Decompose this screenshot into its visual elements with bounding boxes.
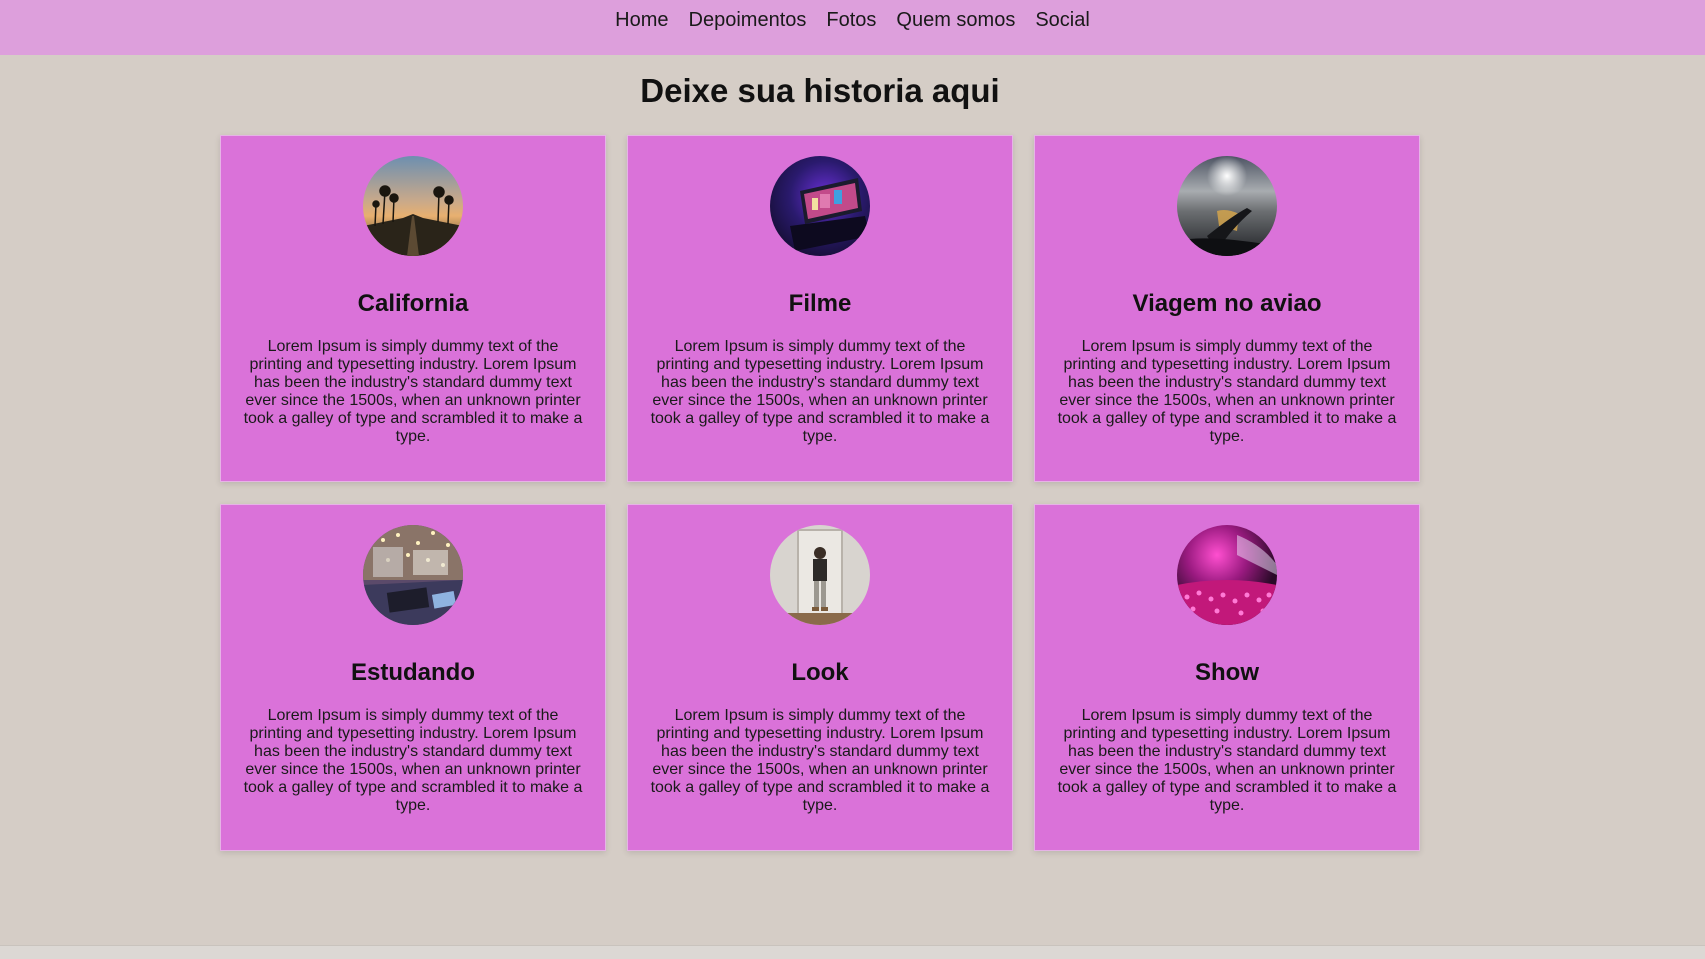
card-image-estudando bbox=[363, 525, 463, 625]
concert-pink-lights-photo bbox=[1177, 525, 1277, 625]
card-text: Lorem Ipsum is simply dummy text of the … bbox=[1057, 338, 1397, 445]
top-navbar: Home Depoimentos Fotos Quem somos Social bbox=[0, 0, 1705, 55]
card-title: Look bbox=[791, 659, 849, 686]
card-title: Filme bbox=[788, 290, 852, 317]
mirror-outfit-photo bbox=[770, 525, 870, 625]
nav-link-fotos[interactable]: Fotos bbox=[826, 8, 876, 32]
airplane-wing-sky-photo bbox=[1177, 156, 1277, 256]
palm-road-sunset-photo bbox=[363, 156, 463, 256]
card-image-california bbox=[363, 156, 463, 256]
card-image-look bbox=[770, 525, 870, 625]
nav-link-social[interactable]: Social bbox=[1035, 8, 1089, 32]
desk-study-lights-photo bbox=[363, 525, 463, 625]
card-title: Estudando bbox=[351, 659, 475, 686]
card-text: Lorem Ipsum is simply dummy text of the … bbox=[1057, 707, 1397, 814]
card-text: Lorem Ipsum is simply dummy text of the … bbox=[650, 707, 990, 814]
story-card-estudando: Estudando Lorem Ipsum is simply dummy te… bbox=[220, 504, 606, 851]
card-title: California bbox=[357, 290, 469, 317]
card-image-viagem bbox=[1177, 156, 1277, 256]
card-image-filme bbox=[770, 156, 870, 256]
card-title: Viagem no aviao bbox=[1132, 290, 1322, 317]
story-card-california: California Lorem Ipsum is simply dummy t… bbox=[220, 135, 606, 482]
tv-purple-light-photo bbox=[770, 156, 870, 256]
card-text: Lorem Ipsum is simply dummy text of the … bbox=[243, 707, 583, 814]
bottom-scrollbar-strip bbox=[0, 945, 1705, 959]
card-text: Lorem Ipsum is simply dummy text of the … bbox=[243, 338, 583, 445]
nav-link-depoimentos[interactable]: Depoimentos bbox=[689, 8, 807, 32]
story-card-viagem: Viagem no aviao Lorem Ipsum is simply du… bbox=[1034, 135, 1420, 482]
card-image-show bbox=[1177, 525, 1277, 625]
story-card-show: Show Lorem Ipsum is simply dummy text of… bbox=[1034, 504, 1420, 851]
nav-link-quem-somos[interactable]: Quem somos bbox=[896, 8, 1015, 32]
story-card-filme: Filme Lorem Ipsum is simply dummy text o… bbox=[627, 135, 1013, 482]
nav-link-home[interactable]: Home bbox=[615, 8, 668, 32]
card-title: Show bbox=[1195, 659, 1259, 686]
card-text: Lorem Ipsum is simply dummy text of the … bbox=[650, 338, 990, 445]
story-cards-grid: California Lorem Ipsum is simply dummy t… bbox=[220, 135, 1420, 851]
story-card-look: Look Lorem Ipsum is simply dummy text of… bbox=[627, 504, 1013, 851]
page-title: Deixe sua historia aqui bbox=[640, 72, 1000, 109]
